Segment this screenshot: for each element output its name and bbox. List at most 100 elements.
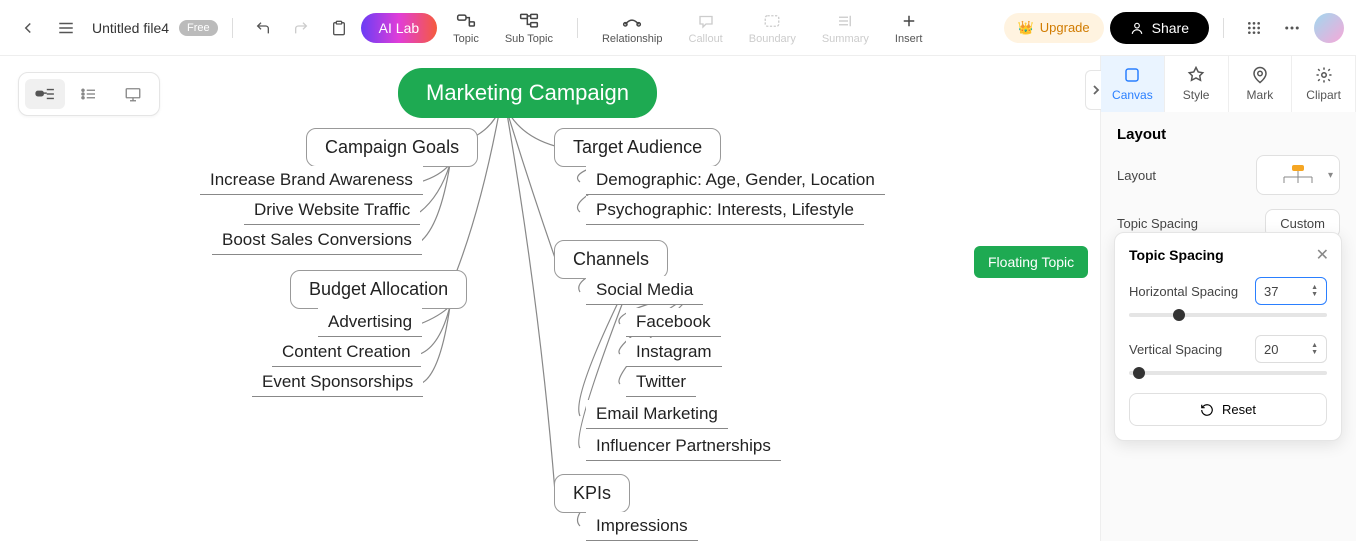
v-spacing-slider[interactable] <box>1129 371 1327 375</box>
slider-thumb[interactable] <box>1133 367 1145 379</box>
mark-icon <box>1251 66 1269 86</box>
relationship-icon <box>622 11 642 31</box>
back-button[interactable] <box>12 12 44 44</box>
summary-icon <box>836 11 854 31</box>
h-spacing-value: 37 <box>1264 284 1278 299</box>
h-spacing-input[interactable]: 37 ▲▼ <box>1255 277 1327 305</box>
insert-tool[interactable]: Insert <box>885 11 933 45</box>
stepper-arrows[interactable]: ▲▼ <box>1311 284 1318 298</box>
canvas-icon <box>1123 66 1141 86</box>
topic-tool[interactable]: Topic <box>443 11 489 45</box>
tab-style[interactable]: Style <box>1165 56 1229 112</box>
topic-label: Topic <box>453 33 479 45</box>
person-icon <box>1130 21 1144 35</box>
boundary-icon <box>763 11 781 31</box>
topic-spacing-popover: Topic Spacing ✕ Horizontal Spacing 37▲▼ … <box>1114 232 1342 441</box>
node-budget-allocation[interactable]: Budget Allocation <box>290 270 467 309</box>
right-panel: Canvas Style Mark Clipart Layout Layout … <box>1100 56 1356 541</box>
relationship-label: Relationship <box>602 33 663 45</box>
tab-mark[interactable]: Mark <box>1229 56 1293 112</box>
share-button[interactable]: Share <box>1110 12 1209 44</box>
layout-select[interactable] <box>1256 155 1340 195</box>
insert-label: Insert <box>895 33 923 45</box>
leaf-node[interactable]: Psychographic: Interests, Lifestyle <box>586 196 864 225</box>
spacing-label: Topic Spacing <box>1117 216 1198 231</box>
stepper-arrows[interactable]: ▲▼ <box>1311 342 1318 356</box>
relationship-tool[interactable]: Relationship <box>592 11 673 45</box>
callout-icon <box>697 11 715 31</box>
tab-label: Clipart <box>1306 88 1341 102</box>
leaf-node[interactable]: Boost Sales Conversions <box>212 226 422 255</box>
share-label: Share <box>1152 20 1189 36</box>
node-campaign-goals[interactable]: Campaign Goals <box>306 128 478 167</box>
more-button[interactable] <box>1276 12 1308 44</box>
leaf-node[interactable]: Email Marketing <box>586 400 728 429</box>
crown-icon: 👑 <box>1018 20 1034 36</box>
paste-button[interactable] <box>323 12 355 44</box>
close-popover-button[interactable]: ✕ <box>1316 245 1329 265</box>
floating-topic[interactable]: Floating Topic <box>974 246 1088 278</box>
leaf-node[interactable]: Advertising <box>318 308 422 337</box>
node-channels[interactable]: Channels <box>554 240 668 279</box>
leaf-node[interactable]: Drive Website Traffic <box>244 196 420 225</box>
user-avatar[interactable] <box>1314 13 1344 43</box>
node-target-audience[interactable]: Target Audience <box>554 128 721 167</box>
file-name[interactable]: Untitled file4 <box>92 20 169 36</box>
leaf-node[interactable]: Twitter <box>626 368 696 397</box>
v-spacing-value: 20 <box>1264 342 1278 357</box>
style-icon <box>1187 66 1205 86</box>
tab-label: Style <box>1183 88 1210 102</box>
v-spacing-input[interactable]: 20 ▲▼ <box>1255 335 1327 363</box>
tab-clipart[interactable]: Clipart <box>1292 56 1356 112</box>
upgrade-label: Upgrade <box>1040 20 1090 35</box>
summary-tool: Summary <box>812 11 879 45</box>
upgrade-button[interactable]: 👑 Upgrade <box>1004 13 1104 43</box>
boundary-label: Boundary <box>749 33 796 45</box>
popover-title: Topic Spacing <box>1129 247 1327 263</box>
divider <box>1223 18 1224 38</box>
leaf-node[interactable]: Social Media <box>586 276 703 305</box>
reset-icon <box>1200 403 1214 417</box>
subtopic-tool[interactable]: Sub Topic <box>495 11 563 45</box>
slider-thumb[interactable] <box>1173 309 1185 321</box>
subtopic-icon <box>519 11 539 31</box>
callout-label: Callout <box>689 33 723 45</box>
leaf-node[interactable]: Demographic: Age, Gender, Location <box>586 166 885 195</box>
leaf-node[interactable]: Influencer Partnerships <box>586 432 781 461</box>
redo-button[interactable] <box>285 12 317 44</box>
ai-lab-button[interactable]: AI Lab <box>361 13 437 43</box>
reset-label: Reset <box>1222 402 1256 417</box>
leaf-node[interactable]: Instagram <box>626 338 722 367</box>
v-spacing-label: Vertical Spacing <box>1129 342 1222 357</box>
divider <box>577 18 578 38</box>
leaf-node[interactable]: Content Creation <box>272 338 421 367</box>
layout-label: Layout <box>1117 168 1156 183</box>
h-spacing-slider[interactable] <box>1129 313 1327 317</box>
callout-tool: Callout <box>679 11 733 45</box>
node-kpis[interactable]: KPIs <box>554 474 630 513</box>
free-badge: Free <box>179 20 218 36</box>
h-spacing-label: Horizontal Spacing <box>1129 284 1238 299</box>
tab-canvas[interactable]: Canvas <box>1101 56 1165 112</box>
apps-button[interactable] <box>1238 12 1270 44</box>
leaf-node[interactable]: Impressions <box>586 512 698 541</box>
topic-icon <box>456 11 476 31</box>
tab-label: Mark <box>1247 88 1274 102</box>
subtopic-label: Sub Topic <box>505 33 553 45</box>
plus-icon <box>900 11 918 31</box>
reset-button[interactable]: Reset <box>1129 393 1327 426</box>
undo-button[interactable] <box>247 12 279 44</box>
panel-tabs: Canvas Style Mark Clipart <box>1101 56 1356 112</box>
layout-section-title: Layout <box>1117 126 1340 143</box>
menu-button[interactable] <box>50 12 82 44</box>
divider <box>232 18 233 38</box>
leaf-node[interactable]: Event Sponsorships <box>252 368 423 397</box>
leaf-node[interactable]: Increase Brand Awareness <box>200 166 423 195</box>
top-toolbar: Untitled file4 Free AI Lab Topic Sub Top… <box>0 0 1356 56</box>
tab-label: Canvas <box>1112 88 1153 102</box>
leaf-node[interactable]: Facebook <box>626 308 721 337</box>
summary-label: Summary <box>822 33 869 45</box>
layout-thumbnail-icon <box>1276 163 1320 187</box>
root-node[interactable]: Marketing Campaign <box>398 68 657 118</box>
clipart-icon <box>1315 66 1333 86</box>
